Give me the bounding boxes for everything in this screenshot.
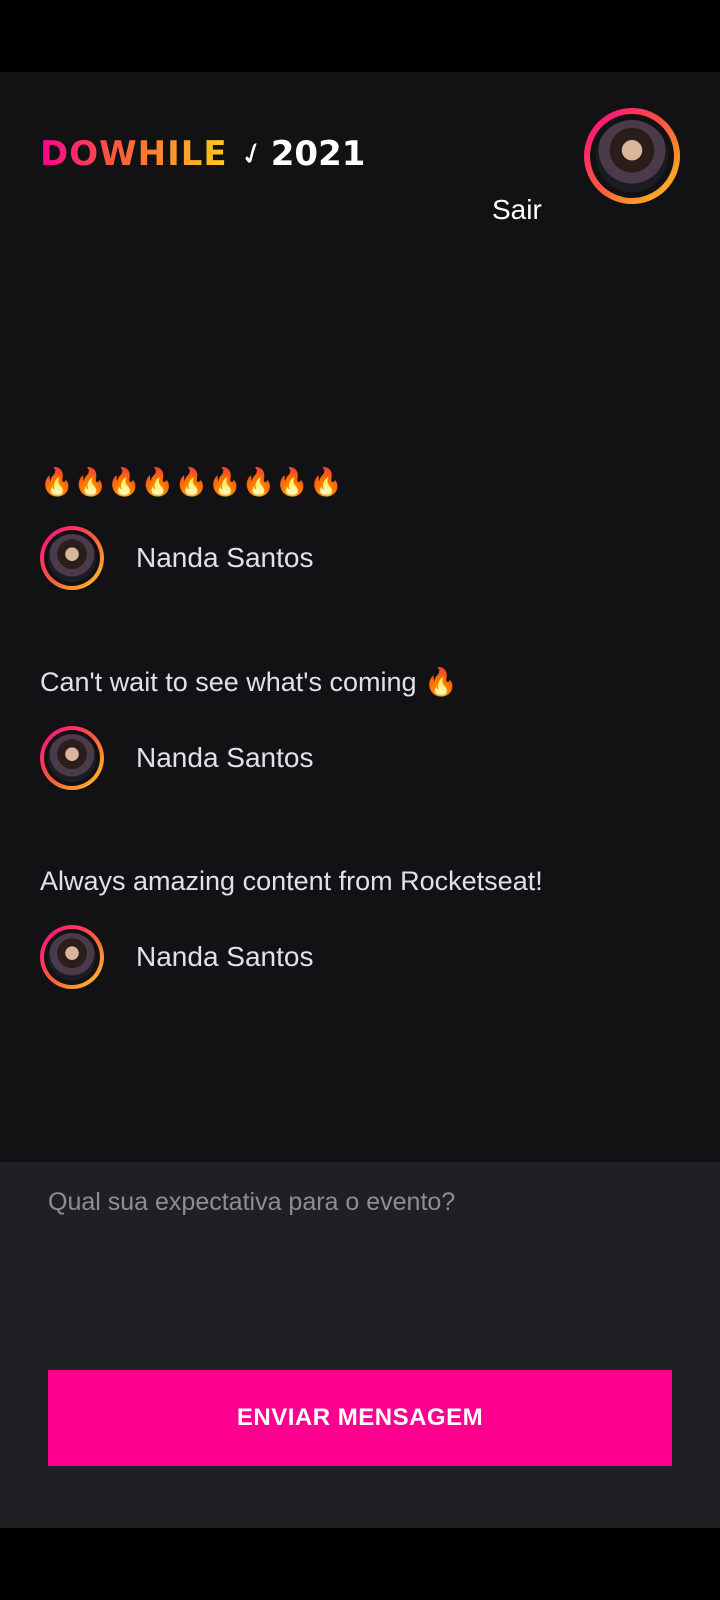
dowhile-logo: DOWHILE ✓ 2021 <box>40 134 365 174</box>
author-name: Nanda Santos <box>136 742 314 773</box>
logo-mark-icon: ✓ <box>234 134 270 174</box>
message-input[interactable] <box>40 1180 696 1356</box>
author-avatar <box>40 726 104 790</box>
system-nav-bar <box>0 1528 720 1600</box>
send-message-button[interactable]: ENVIAR MENSAGEM <box>48 1370 672 1466</box>
logo-wordmark: DOWHILE <box>40 134 228 174</box>
user-photo-icon <box>48 933 96 981</box>
author-avatar <box>40 925 104 989</box>
message-composer: ENVIAR MENSAGEM <box>0 1162 720 1528</box>
status-bar <box>0 0 720 72</box>
message-author: Nanda Santos <box>40 726 680 790</box>
user-photo-icon <box>596 120 668 192</box>
message-author: Nanda Santos <box>40 925 680 989</box>
logo-year: 2021 <box>270 134 366 174</box>
user-photo-icon <box>48 534 96 582</box>
logout-button[interactable]: Sair <box>492 194 542 226</box>
author-avatar <box>40 526 104 590</box>
message-text: 🔥🔥🔥🔥🔥🔥🔥🔥🔥 <box>40 467 343 497</box>
author-name: Nanda Santos <box>136 542 314 573</box>
message-author: Nanda Santos <box>40 526 680 590</box>
message-text: Can't wait to see what's coming 🔥 <box>40 667 458 697</box>
author-name: Nanda Santos <box>136 941 314 972</box>
message-text: Always amazing content from Rocketseat! <box>40 866 543 896</box>
phone-screen: DOWHILE ✓ 2021 Sair 🔥🔥🔥🔥🔥🔥🔥🔥🔥 Nanda Sant… <box>0 0 720 1600</box>
profile-avatar[interactable] <box>584 108 680 204</box>
user-photo-icon <box>48 734 96 782</box>
header: DOWHILE ✓ 2021 Sair <box>0 72 720 242</box>
app-root: DOWHILE ✓ 2021 Sair 🔥🔥🔥🔥🔥🔥🔥🔥🔥 Nanda Sant… <box>0 72 720 1528</box>
